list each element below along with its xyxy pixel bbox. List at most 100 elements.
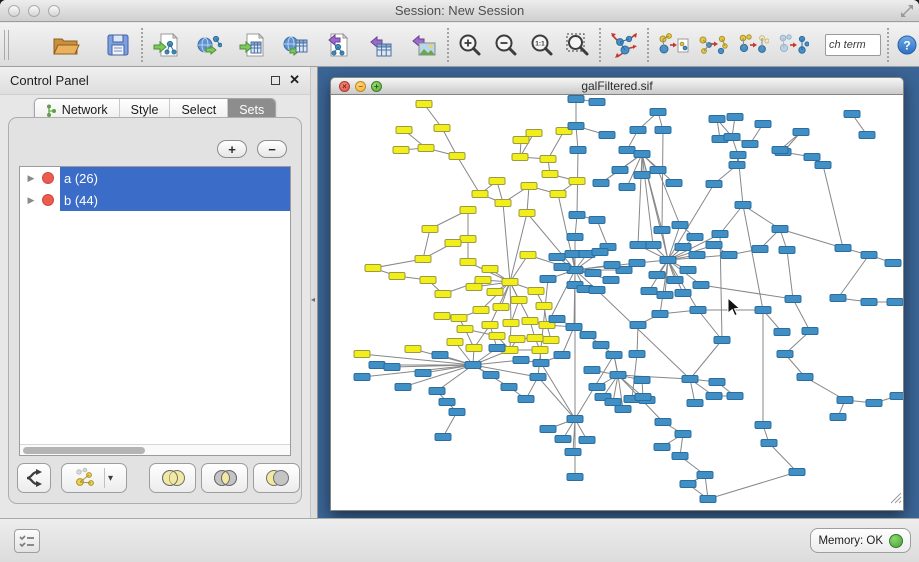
network-node[interactable] — [785, 296, 801, 303]
network-node[interactable] — [619, 147, 635, 154]
network-node[interactable] — [700, 496, 716, 503]
network-node[interactable] — [687, 400, 703, 407]
intersection-button[interactable] — [201, 463, 248, 493]
split-panel-button[interactable] — [17, 463, 51, 493]
network-window[interactable]: × − + galFiltered.sif — [330, 77, 904, 511]
draw-set-network-button[interactable]: ▾ — [61, 463, 127, 493]
network-node[interactable] — [735, 202, 751, 209]
network-node[interactable] — [567, 416, 583, 423]
network-node[interactable] — [650, 167, 666, 174]
network-node[interactable] — [680, 481, 696, 488]
network-node[interactable] — [466, 284, 482, 291]
network-node[interactable] — [667, 277, 683, 284]
disclosure-triangle-icon[interactable]: ▶ — [20, 189, 42, 211]
list-item[interactable]: ▶ b (44) — [20, 189, 290, 211]
network-node[interactable] — [709, 116, 725, 123]
create-set-from-selection-button[interactable] — [695, 27, 731, 63]
network-node[interactable] — [569, 178, 585, 185]
network-node[interactable] — [395, 384, 411, 391]
network-node[interactable] — [655, 127, 671, 134]
network-node[interactable] — [634, 377, 650, 384]
network-node[interactable] — [579, 437, 595, 444]
network-node[interactable] — [512, 154, 528, 161]
network-node[interactable] — [844, 111, 860, 118]
network-node[interactable] — [635, 394, 651, 401]
traffic-light-minimize-icon[interactable] — [28, 5, 40, 17]
resize-grip-icon[interactable] — [889, 491, 902, 509]
network-node[interactable] — [789, 469, 805, 476]
network-node[interactable] — [549, 254, 565, 261]
network-node[interactable] — [830, 295, 846, 302]
network-node[interactable] — [489, 178, 505, 185]
network-node[interactable] — [543, 337, 559, 344]
network-node[interactable] — [706, 242, 722, 249]
close-icon[interactable]: ✕ — [289, 72, 300, 88]
network-node[interactable] — [742, 141, 758, 148]
network-node[interactable] — [649, 272, 665, 279]
network-node[interactable] — [675, 431, 691, 438]
fullscreen-icon[interactable] — [900, 4, 914, 23]
create-set-from-network-button[interactable] — [655, 27, 691, 63]
network-node[interactable] — [650, 109, 666, 116]
network-graph[interactable] — [331, 95, 903, 510]
network-node[interactable] — [422, 226, 438, 233]
network-node[interactable] — [584, 367, 600, 374]
window-grip-icon[interactable] — [4, 30, 9, 60]
network-node[interactable] — [706, 393, 722, 400]
import-network-web-button[interactable] — [192, 27, 226, 63]
network-node[interactable] — [435, 434, 451, 441]
network-node[interactable] — [724, 134, 740, 141]
remove-selection-from-set-button[interactable] — [775, 27, 811, 63]
network-node[interactable] — [540, 276, 556, 283]
network-node[interactable] — [502, 279, 518, 286]
network-node[interactable] — [435, 291, 451, 298]
network-node[interactable] — [354, 374, 370, 381]
inner-zoom-icon[interactable]: + — [371, 81, 382, 92]
network-node[interactable] — [804, 154, 820, 161]
search-input[interactable] — [825, 34, 881, 56]
network-node[interactable] — [866, 400, 882, 407]
help-button[interactable]: ? — [895, 27, 919, 63]
network-node[interactable] — [599, 132, 615, 139]
network-node[interactable] — [445, 240, 461, 247]
network-node[interactable] — [503, 320, 519, 327]
network-node[interactable] — [629, 351, 645, 358]
network-node[interactable] — [528, 288, 544, 295]
horizontal-scrollbar[interactable] — [20, 444, 290, 455]
open-session-button[interactable] — [49, 27, 83, 63]
network-node[interactable] — [451, 315, 467, 322]
network-node[interactable] — [518, 396, 534, 403]
network-node[interactable] — [859, 132, 875, 139]
network-node[interactable] — [549, 316, 565, 323]
list-item[interactable]: ▶ a (26) — [20, 167, 290, 189]
remove-set-button[interactable]: − — [257, 140, 287, 158]
network-node[interactable] — [567, 474, 583, 481]
network-node[interactable] — [554, 352, 570, 359]
network-node[interactable] — [592, 249, 608, 256]
network-node[interactable] — [532, 347, 548, 354]
inner-minimize-icon[interactable]: − — [355, 81, 366, 92]
network-node[interactable] — [415, 256, 431, 263]
network-node[interactable] — [605, 399, 621, 406]
network-node[interactable] — [457, 326, 473, 333]
network-node[interactable] — [641, 288, 657, 295]
chevron-down-icon[interactable]: ▾ — [108, 473, 117, 484]
network-node[interactable] — [666, 180, 682, 187]
network-node[interactable] — [835, 245, 851, 252]
traffic-light-zoom-icon[interactable] — [48, 5, 60, 17]
network-node[interactable] — [752, 246, 768, 253]
network-node[interactable] — [393, 147, 409, 154]
network-node[interactable] — [755, 121, 771, 128]
network-node[interactable] — [568, 123, 584, 130]
network-node[interactable] — [830, 414, 846, 421]
network-node[interactable] — [434, 313, 450, 320]
import-network-file-button[interactable] — [149, 27, 183, 63]
network-node[interactable] — [416, 101, 432, 108]
network-node[interactable] — [520, 252, 536, 259]
network-node[interactable] — [772, 226, 788, 233]
network-node[interactable] — [729, 162, 745, 169]
network-node[interactable] — [550, 191, 566, 198]
network-node[interactable] — [493, 304, 509, 311]
network-node[interactable] — [365, 265, 381, 272]
network-node[interactable] — [439, 399, 455, 406]
